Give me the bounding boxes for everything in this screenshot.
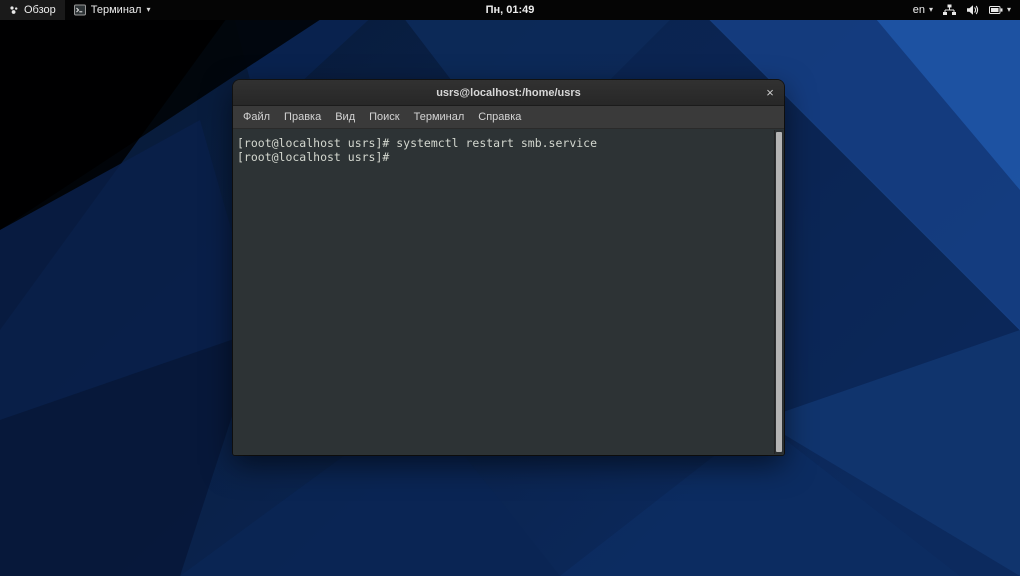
clock-label: Пн, 01:49: [485, 4, 535, 16]
app-menu-button[interactable]: Терминал ▾: [65, 0, 160, 20]
volume-icon[interactable]: [966, 4, 979, 16]
scrollbar-thumb[interactable]: [776, 132, 782, 452]
menu-search[interactable]: Поиск: [362, 107, 406, 127]
menu-terminal[interactable]: Терминал: [407, 107, 472, 127]
network-icon[interactable]: [942, 4, 956, 16]
menu-view[interactable]: Вид: [328, 107, 362, 127]
menu-file[interactable]: Файл: [236, 107, 277, 127]
chevron-down-icon: ▾: [146, 5, 151, 14]
terminal-app-icon: [73, 4, 86, 16]
menu-edit[interactable]: Правка: [277, 107, 328, 127]
terminal-line: [root@localhost usrs]# systemctl restart…: [237, 136, 598, 150]
close-button[interactable]: ×: [756, 80, 784, 105]
battery-icon: [988, 6, 1003, 14]
terminal-window: usrs@localhost:/home/usrs × Файл Правка …: [233, 80, 784, 455]
app-menu-label: Терминал: [90, 4, 142, 16]
terminal-line: [root@localhost usrs]#: [237, 150, 390, 164]
chevron-down-icon: ▾: [1006, 5, 1011, 14]
terminal-screen[interactable]: [root@localhost usrs]# systemctl restart…: [233, 129, 784, 455]
terminal-scrollbar[interactable]: [774, 130, 783, 454]
window-title: usrs@localhost:/home/usrs: [436, 86, 581, 99]
activities-button[interactable]: Обзор: [0, 0, 65, 20]
activities-icon: [10, 6, 18, 14]
keyboard-layout-button[interactable]: en ▾: [913, 0, 933, 20]
menu-help[interactable]: Справка: [471, 107, 528, 127]
window-titlebar[interactable]: usrs@localhost:/home/usrs ×: [233, 80, 784, 106]
activities-label: Обзор: [24, 4, 56, 16]
clock-button[interactable]: Пн, 01:49: [478, 0, 543, 20]
keyboard-layout-label: en: [912, 4, 925, 16]
top-bar: Обзор Терминал ▾ Пн, 01:49 en ▾ ▾: [0, 0, 1020, 20]
close-icon: ×: [766, 85, 774, 100]
terminal-menubar: Файл Правка Вид Поиск Терминал Справка: [233, 106, 784, 129]
system-menu-button[interactable]: ▾: [988, 0, 1011, 20]
chevron-down-icon: ▾: [928, 5, 933, 14]
system-status-area: en ▾ ▾: [904, 0, 1020, 20]
